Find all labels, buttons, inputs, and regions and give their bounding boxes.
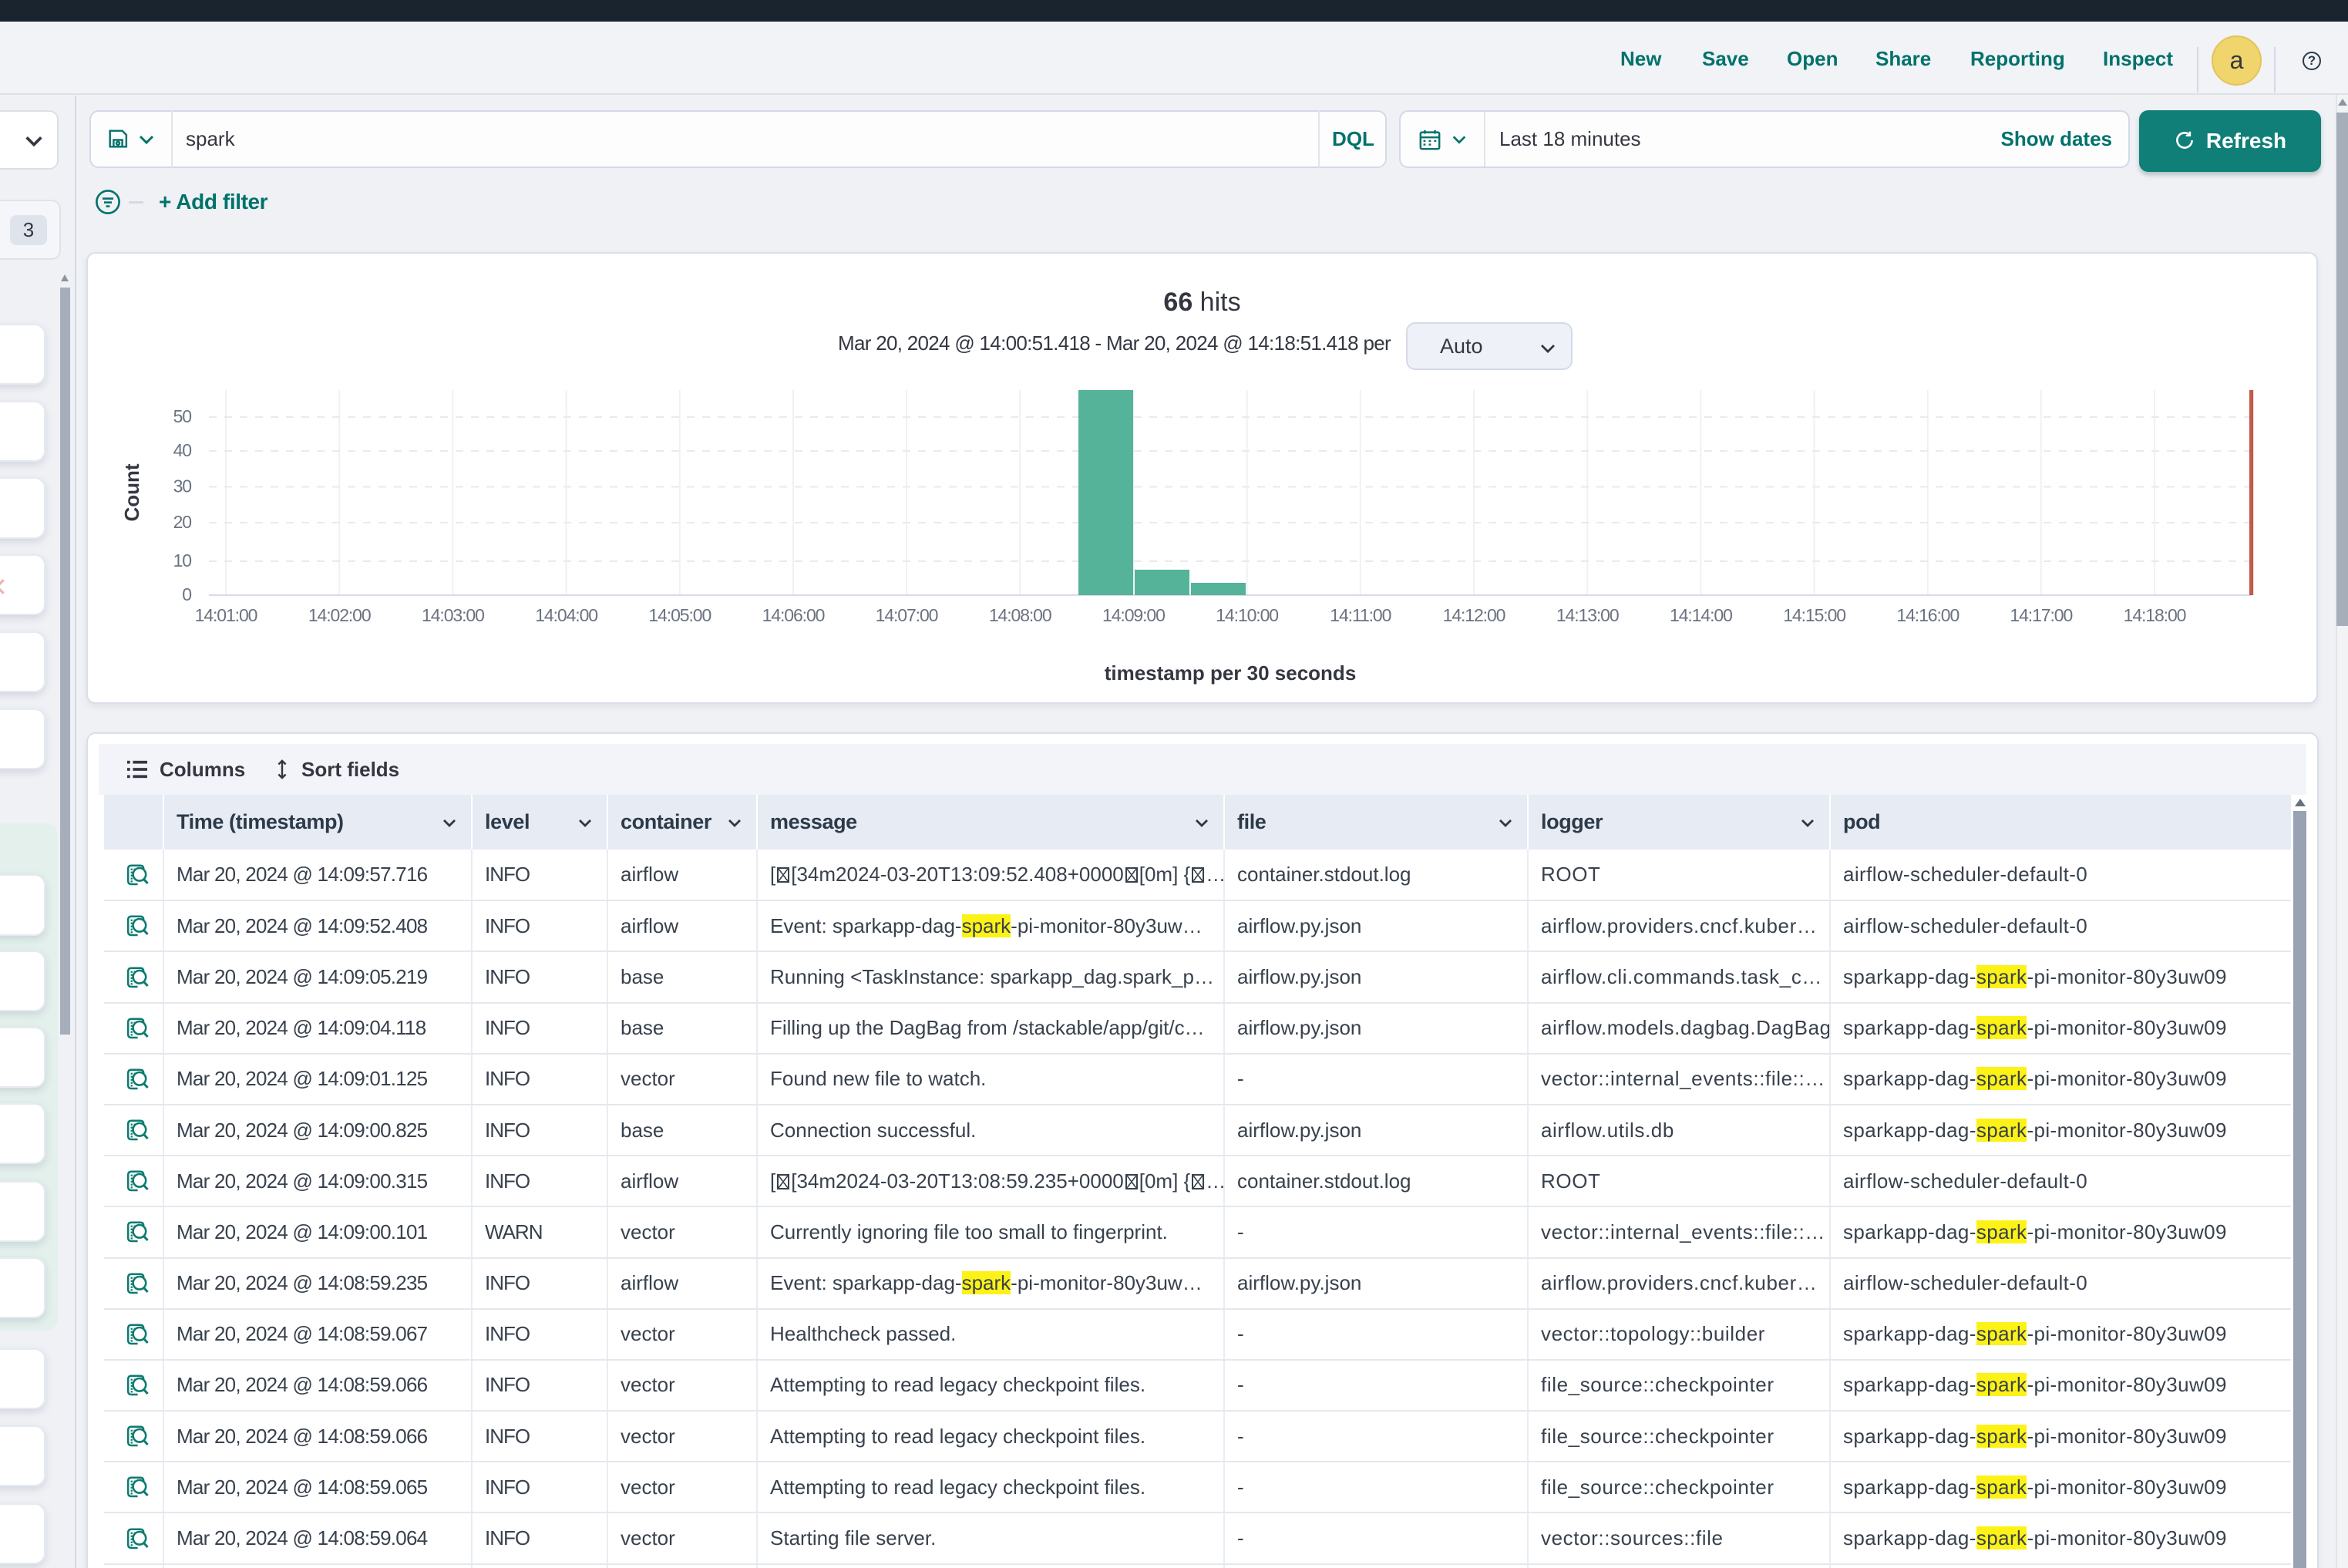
- svg-text:14:02:00: 14:02:00: [308, 605, 371, 625]
- svg-text:14:09:00: 14:09:00: [1102, 605, 1165, 625]
- svg-text:14:10:00: 14:10:00: [1216, 605, 1278, 625]
- svg-text:50: 50: [173, 406, 192, 426]
- svg-text:14:04:00: 14:04:00: [535, 605, 597, 625]
- svg-text:14:15:00: 14:15:00: [1783, 605, 1845, 625]
- svg-text:14:07:00: 14:07:00: [876, 605, 938, 625]
- svg-text:14:16:00: 14:16:00: [1896, 605, 1959, 625]
- svg-text:10: 10: [173, 550, 192, 570]
- svg-text:40: 40: [173, 440, 192, 460]
- svg-text:14:14:00: 14:14:00: [1670, 605, 1732, 625]
- svg-text:20: 20: [173, 512, 192, 532]
- svg-text:14:18:00: 14:18:00: [2124, 605, 2186, 625]
- svg-text:14:08:00: 14:08:00: [989, 605, 1051, 625]
- svg-text:14:06:00: 14:06:00: [762, 605, 825, 625]
- svg-text:Count: Count: [120, 463, 143, 521]
- svg-text:14:11:00: 14:11:00: [1330, 605, 1391, 625]
- svg-text:14:03:00: 14:03:00: [422, 605, 484, 625]
- svg-text:30: 30: [173, 476, 192, 496]
- svg-text:14:17:00: 14:17:00: [2010, 605, 2072, 625]
- svg-text:14:05:00: 14:05:00: [648, 605, 711, 625]
- svg-text:14:13:00: 14:13:00: [1556, 605, 1619, 625]
- svg-text:14:12:00: 14:12:00: [1443, 605, 1505, 625]
- svg-text:14:01:00: 14:01:00: [195, 605, 257, 625]
- svg-text:0: 0: [182, 584, 191, 604]
